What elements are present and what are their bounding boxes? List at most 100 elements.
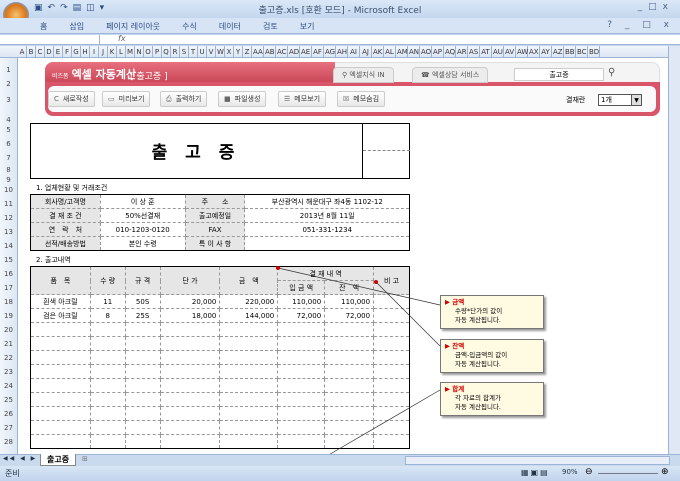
table-cell[interactable]: 11 [89,294,126,309]
table-cell[interactable] [219,378,279,393]
row-header[interactable]: 26 [0,410,17,418]
table-cell[interactable]: 50S [124,294,161,309]
column-header[interactable]: Z [243,46,252,57]
row-header[interactable]: 28 [0,438,17,446]
column-header[interactable]: AG [324,46,336,57]
column-header[interactable]: C [36,46,45,57]
info-value[interactable]: 2013년 8월 11일 [244,208,410,223]
column-header[interactable]: AE [300,46,312,57]
column-header[interactable]: K [108,46,117,57]
row-header[interactable]: 20 [0,326,17,334]
hide-memo-button[interactable]: ☒ 메모숨김 [337,91,386,107]
info-value[interactable]: 이 상 훈 [99,194,186,209]
row-header[interactable]: 21 [0,340,17,348]
column-header[interactable]: AW [516,46,528,57]
table-cell[interactable] [159,336,221,351]
table-cell[interactable]: 8 [89,308,126,323]
row-header[interactable]: 11 [0,200,17,208]
print-button[interactable]: ⎙ 출력하기 [160,91,208,107]
column-header[interactable]: AB [264,46,276,57]
table-cell[interactable] [324,336,375,351]
table-cell[interactable]: 72,000 [277,308,326,323]
table-cell[interactable] [159,406,221,421]
table-cell[interactable] [373,336,410,351]
row-header[interactable]: 15 [0,256,17,264]
table-cell[interactable] [30,322,91,337]
table-cell[interactable] [324,364,375,379]
row-header[interactable]: 16 [0,270,17,278]
row-header[interactable]: 4 [0,116,17,124]
column-header[interactable]: S [180,46,189,57]
info-value[interactable]: 50%선결재 [99,208,186,223]
table-cell[interactable] [324,392,375,407]
column-header[interactable]: E [54,46,63,57]
row-header[interactable]: 10 [0,186,17,194]
insert-sheet-icon[interactable]: ⊞ [82,455,88,463]
table-cell[interactable] [30,350,91,365]
table-cell[interactable]: 110,000 [277,294,326,309]
zoom-slider[interactable] [598,473,658,474]
table-cell[interactable] [30,392,91,407]
column-header[interactable]: B [27,46,36,57]
table-cell[interactable] [277,392,326,407]
vertical-scrollbar[interactable] [668,46,680,454]
table-cell[interactable] [277,350,326,365]
table-cell[interactable] [124,406,161,421]
table-cell[interactable] [159,392,221,407]
tab-review[interactable]: 검토 [263,21,278,32]
table-cell[interactable] [277,420,326,435]
column-header[interactable]: J [99,46,108,57]
column-header[interactable]: X [225,46,234,57]
excel-consult-link[interactable]: ☎ 엑셀상담 서비스 [412,67,489,83]
table-cell[interactable] [159,420,221,435]
column-header[interactable]: Q [162,46,171,57]
table-cell[interactable] [159,350,221,365]
new-button[interactable]: C 새로작성 [48,91,95,107]
column-header[interactable]: BB [564,46,576,57]
column-header[interactable]: AH [336,46,348,57]
column-header[interactable]: AY [540,46,552,57]
table-cell[interactable] [159,378,221,393]
name-box[interactable] [0,35,100,45]
row-header[interactable]: 24 [0,382,17,390]
info-value[interactable]: 010-1203-0120 [99,222,186,237]
table-cell[interactable] [219,322,279,337]
table-cell[interactable] [159,434,221,449]
column-header[interactable]: G [72,46,81,57]
column-header[interactable]: AI [348,46,360,57]
column-header[interactable]: W [216,46,225,57]
table-cell[interactable] [219,350,279,365]
table-cell[interactable] [89,434,126,449]
approval-select[interactable]: 1개 ▼ [598,94,642,106]
table-cell[interactable] [89,350,126,365]
row-header[interactable]: 23 [0,368,17,376]
column-header[interactable]: AA [252,46,264,57]
row-header[interactable]: 18 [0,298,17,306]
view-buttons[interactable]: ▦▣▤ [521,468,550,477]
table-cell[interactable] [324,350,375,365]
table-cell[interactable] [373,406,410,421]
row-header[interactable]: 8 [0,166,17,174]
row-header[interactable]: 9 [0,176,17,184]
column-header[interactable]: AX [528,46,540,57]
row-header[interactable]: 6 [0,140,17,148]
table-cell[interactable]: 25S [124,308,161,323]
table-cell[interactable] [89,406,126,421]
column-header[interactable]: AM [396,46,408,57]
table-cell[interactable] [324,322,375,337]
fx-icon[interactable]: fx [118,34,126,43]
preview-button[interactable]: ▭ 미리보기 [102,91,151,107]
column-header[interactable]: AD [288,46,300,57]
table-cell[interactable] [124,392,161,407]
column-header[interactable]: AU [492,46,504,57]
excel-knowledge-link[interactable]: ⚲ 엑셀지식 IN [333,67,394,83]
table-cell[interactable] [277,434,326,449]
table-cell[interactable] [373,378,410,393]
table-cell[interactable] [373,350,410,365]
table-cell[interactable] [219,392,279,407]
table-cell[interactable]: 144,000 [219,308,279,323]
row-header[interactable]: 22 [0,354,17,362]
zoom-out-icon[interactable]: ⊖ [585,467,593,477]
column-header[interactable]: AZ [552,46,564,57]
column-header[interactable]: AN [408,46,420,57]
